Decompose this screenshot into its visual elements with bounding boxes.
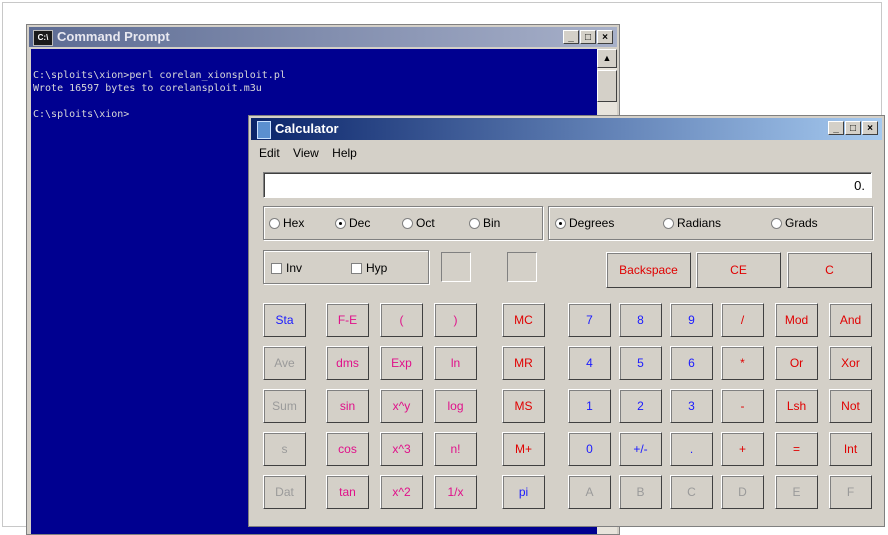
key-2-0[interactable]: Sum <box>263 389 306 423</box>
radio-dot <box>771 217 782 229</box>
radio-dot <box>663 217 674 229</box>
key-3-4[interactable]: M+ <box>502 432 545 466</box>
key-0-1[interactable]: F-E <box>326 303 369 337</box>
key-4-6[interactable]: B <box>619 475 662 509</box>
calculator-window[interactable]: Calculator _ □ × Edit View Help 0. Hex D… <box>248 115 885 527</box>
checkbox-box <box>271 262 282 274</box>
key-1-2[interactable]: Exp <box>380 346 423 380</box>
checkbox-hyp[interactable]: Hyp <box>351 261 387 275</box>
key-2-6[interactable]: 2 <box>619 389 662 423</box>
key-4-0[interactable]: Dat <box>263 475 306 509</box>
radio-hex[interactable]: Hex <box>269 216 304 230</box>
maximize-button[interactable]: □ <box>580 30 596 44</box>
key-0-5[interactable]: 7 <box>568 303 611 337</box>
key-0-9[interactable]: Mod <box>775 303 818 337</box>
key-3-0[interactable]: s <box>263 432 306 466</box>
calc-title-bar[interactable]: Calculator _ □ × <box>251 118 882 140</box>
radio-dot <box>335 217 346 229</box>
key-0-3[interactable]: ) <box>434 303 477 337</box>
key-4-9[interactable]: E <box>775 475 818 509</box>
radio-radians[interactable]: Radians <box>663 216 721 230</box>
cmd-title-bar[interactable]: C:\ Command Prompt _ □ × <box>29 27 617 47</box>
key-1-7[interactable]: 6 <box>670 346 713 380</box>
key-4-8[interactable]: D <box>721 475 764 509</box>
key-3-5[interactable]: 0 <box>568 432 611 466</box>
minimize-button[interactable]: _ <box>828 121 844 135</box>
key-1-10[interactable]: Xor <box>829 346 872 380</box>
key-1-0[interactable]: Ave <box>263 346 306 380</box>
key-3-2[interactable]: x^3 <box>380 432 423 466</box>
key-3-7[interactable]: . <box>670 432 713 466</box>
calculator-icon <box>257 121 271 139</box>
key-4-10[interactable]: F <box>829 475 872 509</box>
radio-dot <box>269 217 280 229</box>
key-0-2[interactable]: ( <box>380 303 423 337</box>
key-0-10[interactable]: And <box>829 303 872 337</box>
radio-dot <box>469 217 480 229</box>
close-button[interactable]: × <box>862 121 878 135</box>
key-0-0[interactable]: Sta <box>263 303 306 337</box>
key-0-8[interactable]: / <box>721 303 764 337</box>
menu-bar: Edit View Help <box>259 146 367 160</box>
key-2-7[interactable]: 3 <box>670 389 713 423</box>
key-4-4[interactable]: pi <box>502 475 545 509</box>
scroll-up-arrow-icon[interactable]: ▲ <box>597 49 617 68</box>
checkbox-box <box>351 262 362 274</box>
key-2-2[interactable]: x^y <box>380 389 423 423</box>
key-4-5[interactable]: A <box>568 475 611 509</box>
key-2-10[interactable]: Not <box>829 389 872 423</box>
cmd-icon: C:\ <box>33 30 53 46</box>
radio-dec[interactable]: Dec <box>335 216 370 230</box>
key-1-6[interactable]: 5 <box>619 346 662 380</box>
key-2-5[interactable]: 1 <box>568 389 611 423</box>
key-2-9[interactable]: Lsh <box>775 389 818 423</box>
clear-button[interactable]: C <box>787 252 872 288</box>
parenthesis-indicator <box>441 252 471 282</box>
key-0-6[interactable]: 8 <box>619 303 662 337</box>
key-1-5[interactable]: 4 <box>568 346 611 380</box>
key-4-1[interactable]: tan <box>326 475 369 509</box>
radio-dot <box>555 217 566 229</box>
key-3-8[interactable]: + <box>721 432 764 466</box>
close-button[interactable]: × <box>597 30 613 44</box>
key-2-8[interactable]: - <box>721 389 764 423</box>
key-1-1[interactable]: dms <box>326 346 369 380</box>
key-3-3[interactable]: n! <box>434 432 477 466</box>
key-1-3[interactable]: ln <box>434 346 477 380</box>
menu-view[interactable]: View <box>293 146 319 160</box>
radio-oct[interactable]: Oct <box>402 216 435 230</box>
menu-help[interactable]: Help <box>332 146 357 160</box>
key-3-10[interactable]: Int <box>829 432 872 466</box>
clear-entry-button[interactable]: CE <box>696 252 781 288</box>
key-1-8[interactable]: * <box>721 346 764 380</box>
key-2-3[interactable]: log <box>434 389 477 423</box>
radio-bin[interactable]: Bin <box>469 216 500 230</box>
calc-title: Calculator <box>275 121 339 136</box>
menu-edit[interactable]: Edit <box>259 146 280 160</box>
key-4-7[interactable]: C <box>670 475 713 509</box>
key-0-4[interactable]: MC <box>502 303 545 337</box>
radio-grads[interactable]: Grads <box>771 216 818 230</box>
key-3-6[interactable]: +/- <box>619 432 662 466</box>
key-2-4[interactable]: MS <box>502 389 545 423</box>
radio-dot <box>402 217 413 229</box>
key-3-1[interactable]: cos <box>326 432 369 466</box>
backspace-button[interactable]: Backspace <box>606 252 691 288</box>
key-4-2[interactable]: x^2 <box>380 475 423 509</box>
key-3-9[interactable]: = <box>775 432 818 466</box>
key-2-1[interactable]: sin <box>326 389 369 423</box>
minimize-button[interactable]: _ <box>563 30 579 44</box>
memory-indicator <box>507 252 537 282</box>
radio-degrees[interactable]: Degrees <box>555 216 614 230</box>
key-0-7[interactable]: 9 <box>670 303 713 337</box>
key-1-9[interactable]: Or <box>775 346 818 380</box>
calc-display[interactable]: 0. <box>263 172 872 198</box>
maximize-button[interactable]: □ <box>845 121 861 135</box>
scroll-thumb[interactable] <box>597 70 617 102</box>
checkbox-inv[interactable]: Inv <box>271 261 302 275</box>
cmd-title: Command Prompt <box>57 29 170 44</box>
key-4-3[interactable]: 1/x <box>434 475 477 509</box>
key-1-4[interactable]: MR <box>502 346 545 380</box>
